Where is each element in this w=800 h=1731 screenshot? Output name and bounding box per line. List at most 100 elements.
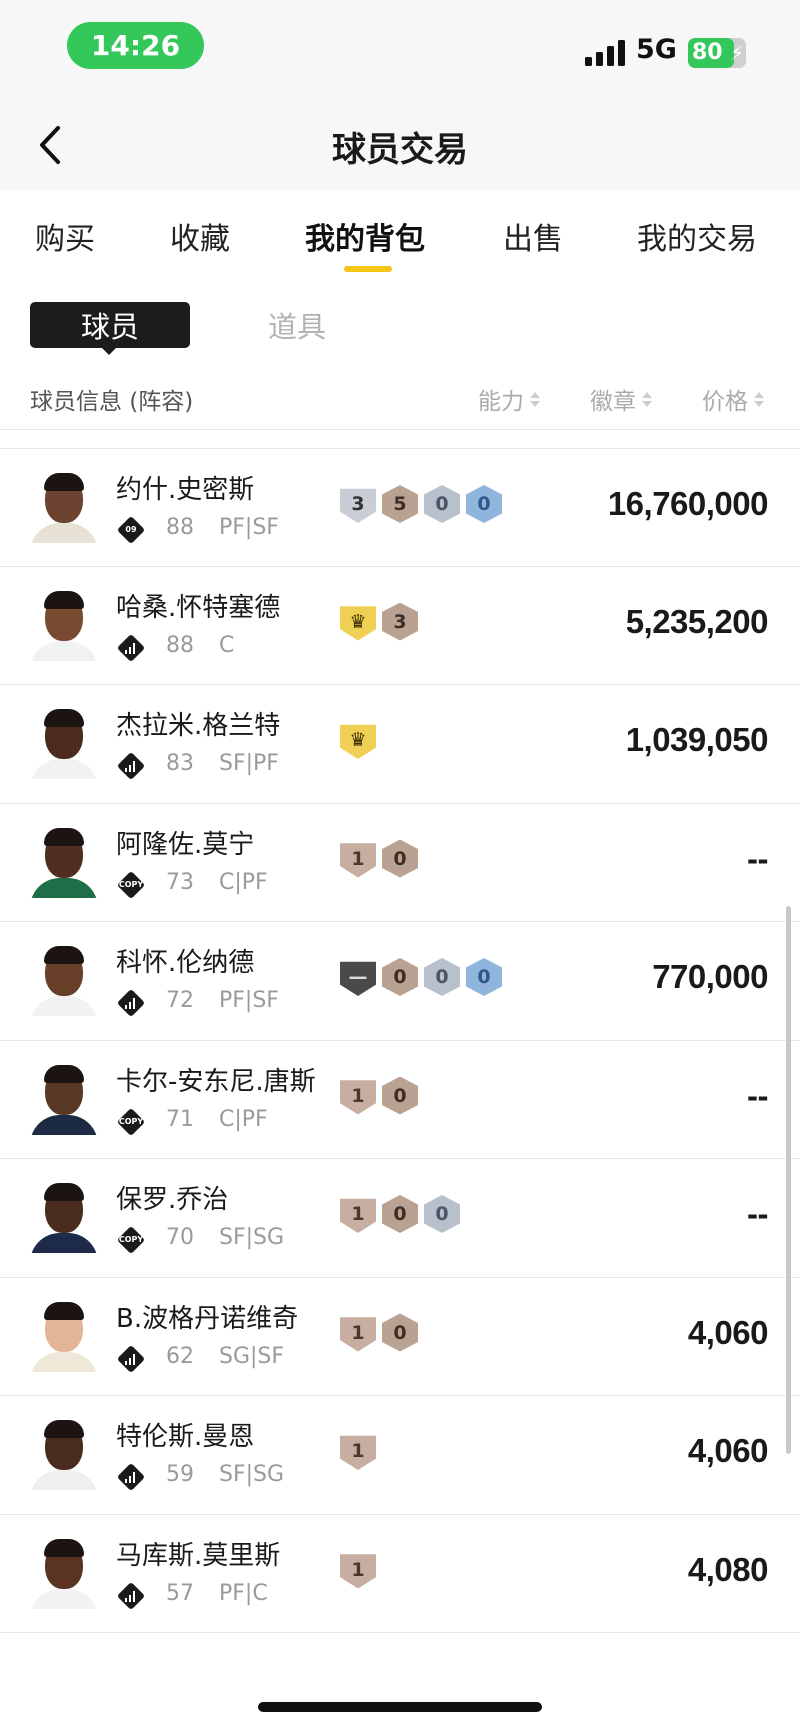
badge-hex: 0: [466, 485, 502, 523]
player-rating: 83: [166, 751, 194, 776]
badge-hex: 0: [382, 839, 418, 878]
player-price: --: [747, 1076, 768, 1114]
list-column-header: 球员信息 (阵容) 能力 徽章 价格: [0, 370, 800, 430]
player-rating: 70: [166, 1225, 194, 1250]
player-row[interactable]: B.波格丹诺维奇 62 SG|SF 1 0 4,060: [0, 1278, 800, 1396]
player-badges: ♛: [340, 721, 376, 759]
status-bar: 14:26 5G 80 ⚡: [0, 0, 800, 100]
player-row[interactable]: 保罗.乔治 COPY 70 SF|SG 1 0 0 --: [0, 1159, 800, 1278]
sort-icon: [754, 391, 764, 407]
player-row[interactable]: 特伦斯.曼恩 59 SF|SG 1 4,060: [0, 1396, 800, 1515]
tab-my-trades[interactable]: 我的交易: [637, 214, 757, 258]
player-position: C|PF: [219, 1106, 268, 1132]
player-price: 4,080: [687, 1550, 769, 1588]
card-type-icon: [116, 1462, 146, 1492]
network-type: 5G: [636, 34, 677, 65]
player-position: SG|SF: [219, 1343, 285, 1369]
tab-my-backpack[interactable]: 我的背包: [305, 214, 425, 258]
sort-by-price[interactable]: 价格: [702, 382, 764, 416]
card-type-icon: COPY: [116, 870, 146, 899]
player-position: SF|PF: [219, 751, 279, 776]
badge-hex: 0: [424, 1195, 460, 1233]
sort-by-ability[interactable]: 能力: [478, 382, 540, 416]
player-rating: 59: [166, 1462, 194, 1487]
player-rating: 88: [166, 515, 194, 540]
player-price: 770,000: [652, 958, 768, 995]
player-position: SF|SG: [219, 1225, 285, 1250]
player-row[interactable]: 哈桑.怀特塞德 88 C ♛ 3 5,235,200: [0, 567, 800, 685]
player-rating: 88: [166, 632, 194, 658]
badge-shield: 3: [340, 488, 376, 523]
sort-by-badge[interactable]: 徽章: [590, 382, 652, 416]
navigation-bar: 球员交易: [0, 100, 800, 190]
badge-hex: 0: [382, 958, 418, 996]
player-badges: 3500: [340, 485, 502, 523]
player-row[interactable]: 杰拉米.格兰特 83 SF|PF ♛ 1,039,050: [0, 685, 800, 804]
player-avatar: [28, 1537, 100, 1609]
column-price-label: 价格: [702, 389, 748, 415]
badge-shield: 1: [340, 1554, 376, 1589]
player-row[interactable]: 约什.史密斯 09 88 PF|SF 3 5 0 0 16,760,000: [0, 448, 800, 567]
player-avatar: [28, 1300, 100, 1372]
player-rating: 72: [166, 988, 194, 1013]
player-position: PF|SF: [219, 515, 279, 540]
sort-icon: [530, 391, 540, 407]
column-badge-label: 徽章: [590, 389, 636, 415]
player-row[interactable]: 科怀.伦纳德 72 PF|SF —0 0 0 770,000: [0, 922, 800, 1041]
player-row[interactable]: 马库斯.莫里斯 57 PF|C 1 4,080: [0, 1515, 800, 1633]
badge-hex: 5: [382, 485, 418, 523]
player-badges: 1: [340, 1432, 376, 1470]
player-list: 约什.史密斯 09 88 PF|SF 3 5 0 0 16,760,000 哈桑.怀特塞德 88 C ♛…: [0, 448, 800, 1633]
player-avatar: [28, 471, 100, 543]
player-position: PF|SF: [219, 988, 279, 1013]
badge-shield: 1: [340, 1080, 376, 1115]
player-name: 杰拉米.格兰特: [116, 711, 281, 741]
tab-buy[interactable]: 购买: [35, 214, 95, 258]
sort-icon: [642, 391, 652, 407]
badge-shield: ♛: [340, 724, 376, 759]
player-price: 5,235,200: [625, 602, 769, 640]
player-rating: 57: [166, 1580, 194, 1606]
player-position: PF|C: [219, 1580, 268, 1606]
active-tab-indicator: [344, 266, 392, 272]
home-indicator[interactable]: [258, 1702, 542, 1712]
player-name: 马库斯.莫里斯: [116, 1540, 281, 1571]
subtab-players[interactable]: 球员: [30, 302, 190, 348]
player-rating: 62: [166, 1343, 194, 1369]
tab-sell[interactable]: 出售: [503, 214, 563, 258]
player-badges: ♛ 3: [340, 602, 418, 641]
player-avatar: [28, 1063, 100, 1135]
player-row[interactable]: 阿隆佐.莫宁 COPY 73 C|PF 1 0 --: [0, 804, 800, 922]
charging-bolt-icon: ⚡: [729, 41, 744, 65]
card-type-icon: [116, 751, 146, 781]
page-title: 球员交易: [332, 130, 468, 170]
scrollbar[interactable]: [786, 906, 791, 1454]
badge-shield: ♛: [340, 606, 376, 641]
badge-shield: 1: [340, 843, 376, 878]
player-name: B.波格丹诺维奇: [116, 1303, 299, 1334]
badge-shield: 1: [340, 1198, 376, 1233]
subtab-items[interactable]: 道具: [268, 304, 326, 346]
player-row[interactable]: 卡尔-安东尼.唐斯 COPY 71 C|PF 1 0 --: [0, 1041, 800, 1159]
player-price: --: [747, 1195, 768, 1232]
main-tab-bar: 购买 收藏 我的背包 出售 我的交易: [0, 190, 800, 280]
card-type-icon: [116, 1344, 146, 1373]
status-time: 14:26: [67, 22, 204, 69]
player-price: 16,760,000: [607, 485, 769, 522]
player-name: 约什.史密斯: [116, 475, 255, 505]
badge-shield: 1: [340, 1317, 376, 1352]
player-avatar: [28, 944, 100, 1016]
badge-hex: 0: [382, 1076, 418, 1115]
player-rating: 71: [166, 1106, 194, 1132]
player-name: 保罗.乔治: [116, 1185, 229, 1215]
badge-hex: 0: [382, 1195, 418, 1233]
player-avatar: [28, 1181, 100, 1253]
card-type-icon: COPY: [116, 1107, 146, 1136]
card-type-icon: [116, 1581, 146, 1610]
player-position: SF|SG: [219, 1462, 285, 1487]
tab-favorites[interactable]: 收藏: [170, 214, 230, 258]
player-name: 哈桑.怀特塞德: [116, 592, 281, 623]
column-player-info: 球员信息 (阵容): [30, 389, 194, 415]
player-position: C|PF: [219, 869, 268, 895]
badge-hex: 0: [382, 1313, 418, 1352]
